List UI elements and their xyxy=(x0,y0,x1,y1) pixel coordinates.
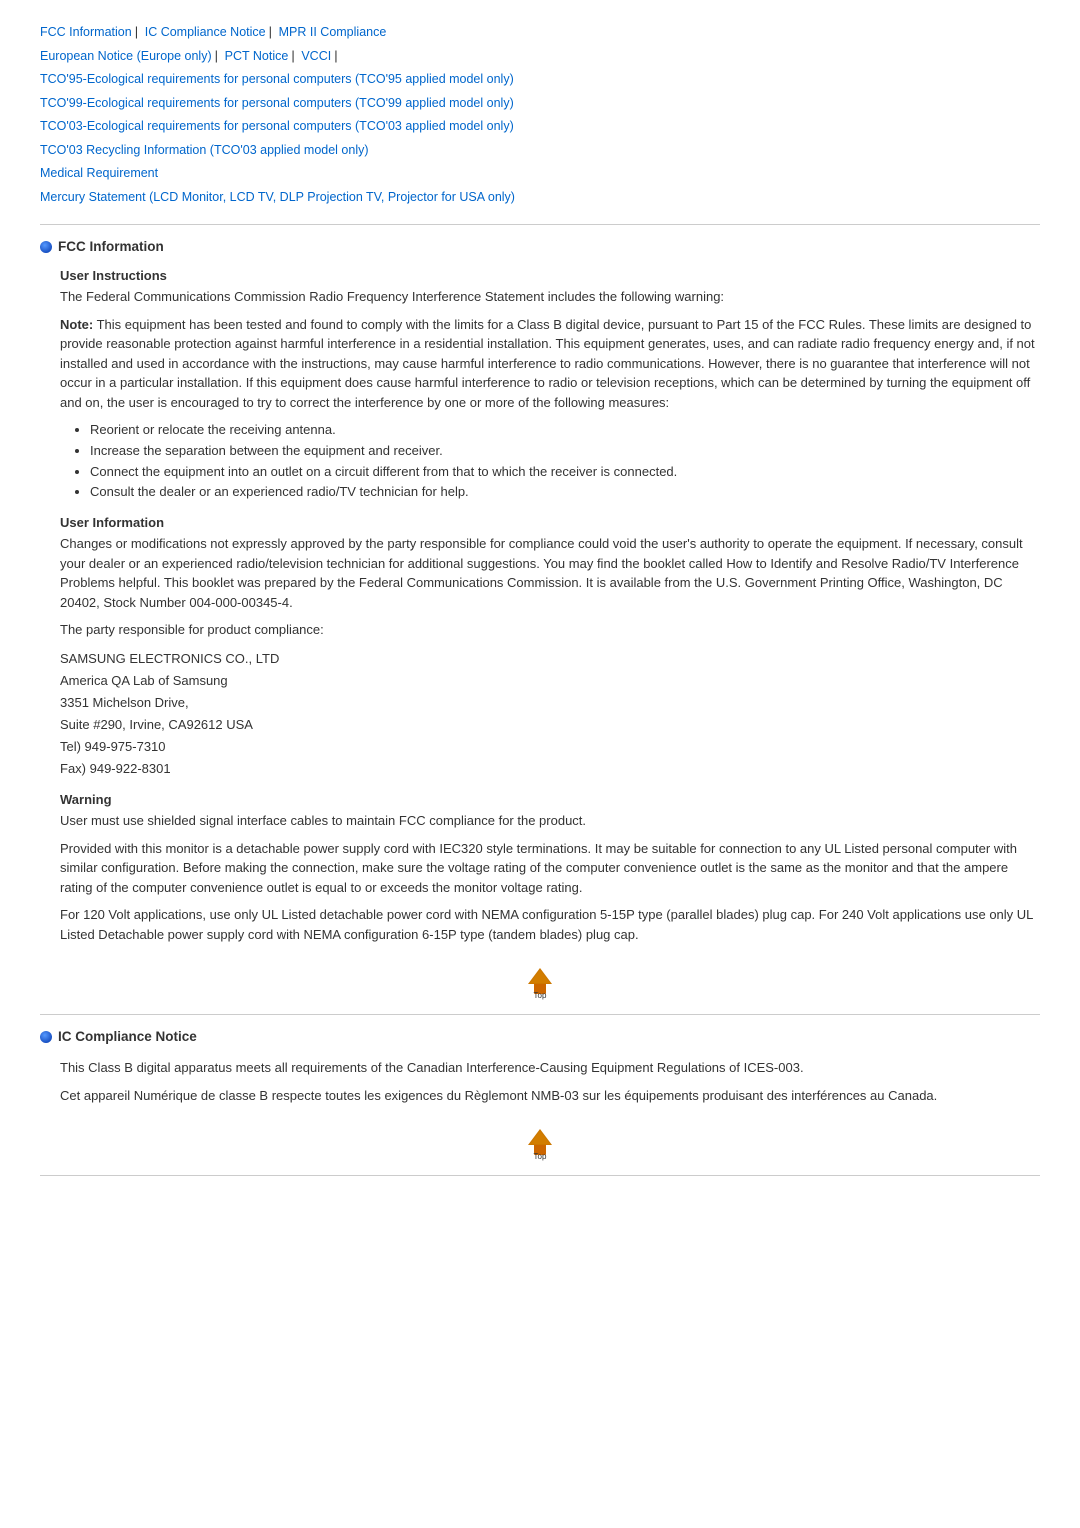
nav-medical[interactable]: Medical Requirement xyxy=(40,166,158,180)
fcc-top-link[interactable]: Top xyxy=(520,960,560,1000)
ic-section-title: IC Compliance Notice xyxy=(40,1029,1040,1044)
list-item: Reorient or relocate the receiving anten… xyxy=(90,420,1040,441)
ic-top-link[interactable]: Top xyxy=(520,1121,560,1161)
svg-text:Top: Top xyxy=(534,1152,547,1161)
fcc-address: SAMSUNG ELECTRONICS CO., LTD America QA … xyxy=(60,648,1040,781)
svg-text:Top: Top xyxy=(534,991,547,1000)
fcc-section-title: FCC Information xyxy=(40,239,1040,254)
fcc-instructions-para2: Note: This equipment has been tested and… xyxy=(60,315,1040,413)
ic-top-button-container: Top xyxy=(40,1121,1040,1161)
ic-content: This Class B digital apparatus meets all… xyxy=(60,1058,1040,1105)
ic-bullet-icon xyxy=(40,1031,52,1043)
fcc-warning: Warning User must use shielded signal in… xyxy=(60,792,1040,944)
fcc-instructions-para1: The Federal Communications Commission Ra… xyxy=(60,287,1040,307)
nav-ic[interactable]: IC Compliance Notice xyxy=(145,25,266,39)
ic-section: IC Compliance Notice This Class B digita… xyxy=(40,1029,1040,1161)
fcc-user-info-para2: The party responsible for product compli… xyxy=(60,620,1040,640)
list-item: Connect the equipment into an outlet on … xyxy=(90,462,1040,483)
fcc-title-label: FCC Information xyxy=(58,239,164,254)
top-icon: Top xyxy=(520,960,560,1000)
list-item: Increase the separation between the equi… xyxy=(90,441,1040,462)
ic-para2: Cet appareil Numérique de classe B respe… xyxy=(60,1086,1040,1106)
nav-tco99[interactable]: TCO'99-Ecological requirements for perso… xyxy=(40,96,514,110)
nav-tco03r[interactable]: TCO'03 Recycling Information (TCO'03 app… xyxy=(40,143,369,157)
divider-bottom xyxy=(40,1175,1040,1176)
nav-tco03[interactable]: TCO'03-Ecological requirements for perso… xyxy=(40,119,514,133)
fcc-user-instructions: User Instructions The Federal Communicat… xyxy=(60,268,1040,503)
fcc-bullet-list: Reorient or relocate the receiving anten… xyxy=(60,420,1040,503)
list-item: Consult the dealer or an experienced rad… xyxy=(90,482,1040,503)
fcc-warning-para2: Provided with this monitor is a detachab… xyxy=(60,839,1040,898)
fcc-warning-title: Warning xyxy=(60,792,1040,807)
fcc-user-info-para1: Changes or modifications not expressly a… xyxy=(60,534,1040,612)
ic-top-icon: Top xyxy=(520,1121,560,1161)
ic-title-label: IC Compliance Notice xyxy=(58,1029,197,1044)
nav-fcc[interactable]: FCC Information xyxy=(40,25,132,39)
nav-tco95[interactable]: TCO'95-Ecological requirements for perso… xyxy=(40,72,514,86)
fcc-note-label: Note: xyxy=(60,317,93,332)
fcc-section: FCC Information User Instructions The Fe… xyxy=(40,239,1040,1000)
divider-mid xyxy=(40,1014,1040,1015)
fcc-user-information: User Information Changes or modification… xyxy=(60,515,1040,780)
fcc-top-button-container: Top xyxy=(40,960,1040,1000)
fcc-warning-para1: User must use shielded signal interface … xyxy=(60,811,1040,831)
fcc-user-info-title: User Information xyxy=(60,515,1040,530)
nav-eu[interactable]: European Notice (Europe only) xyxy=(40,49,212,63)
fcc-warning-para3: For 120 Volt applications, use only UL L… xyxy=(60,905,1040,944)
divider-top xyxy=(40,224,1040,225)
nav-links: FCC Information| IC Compliance Notice| M… xyxy=(40,20,1040,208)
ic-para1: This Class B digital apparatus meets all… xyxy=(60,1058,1040,1078)
fcc-note-text: This equipment has been tested and found… xyxy=(60,317,1035,410)
nav-mercury[interactable]: Mercury Statement (LCD Monitor, LCD TV, … xyxy=(40,190,515,204)
fcc-bullet-icon xyxy=(40,241,52,253)
nav-vcci[interactable]: VCCI xyxy=(301,49,331,63)
nav-pct[interactable]: PCT Notice xyxy=(225,49,289,63)
fcc-user-instructions-title: User Instructions xyxy=(60,268,1040,283)
nav-mpr[interactable]: MPR II Compliance xyxy=(279,25,387,39)
